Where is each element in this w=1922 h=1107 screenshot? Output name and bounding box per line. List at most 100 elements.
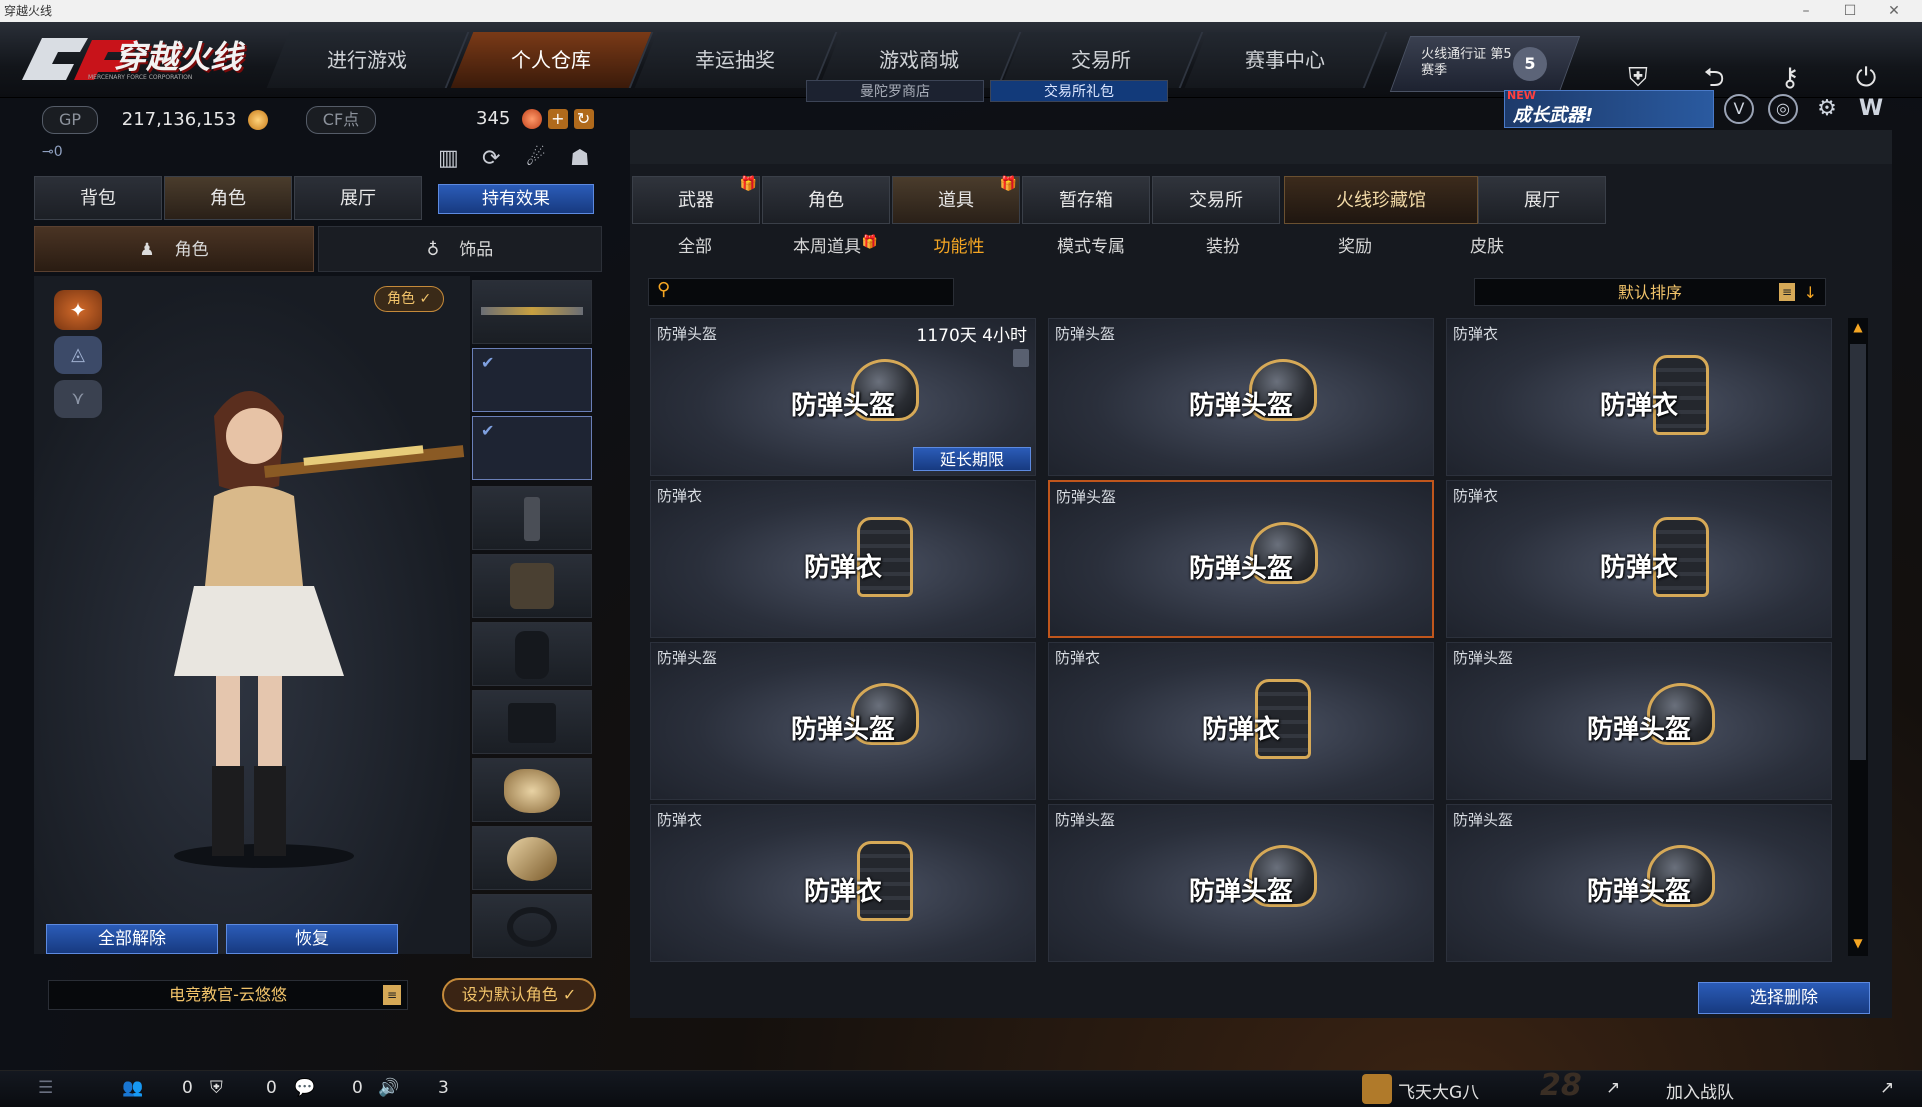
faction-mask-icon[interactable]: ◬ — [54, 336, 102, 374]
badge-v-icon[interactable]: V — [1724, 94, 1754, 124]
rotate-icon[interactable]: ⟳ — [482, 146, 500, 171]
item-name: 防弹头盔 — [657, 325, 718, 343]
tab-roles[interactable]: 角色 — [762, 176, 890, 224]
recharge-button[interactable]: + — [547, 109, 568, 129]
faction-bird-icon[interactable]: ⋎ — [54, 380, 102, 418]
character-preview[interactable]: ✦ ◬ ⋎ 角色 ✓ — [34, 276, 470, 954]
slot-secondary-weapon[interactable]: ✔ — [472, 348, 592, 412]
subnav-exchange-gift[interactable]: 交易所礼包 — [990, 80, 1168, 102]
sort-select[interactable]: 默认排序 ≡ ↓ — [1474, 278, 1826, 306]
category-mode[interactable]: 模式专属 — [1036, 230, 1146, 264]
expand-icon[interactable]: ↗ — [1880, 1078, 1894, 1098]
item-name: 防弹头盔 — [1453, 649, 1514, 667]
item-card[interactable]: 防弹头盔 防弹头盔 — [1048, 480, 1434, 638]
release-all-button[interactable]: 全部解除 — [46, 924, 218, 954]
expand-icon[interactable]: ↗ — [1606, 1078, 1620, 1098]
slot-melee-weapon[interactable]: ✔ — [472, 416, 592, 480]
slot-pants[interactable] — [472, 690, 592, 754]
item-card[interactable]: 防弹头盔 防弹头盔 — [1048, 804, 1434, 962]
volume-icon[interactable]: 🔊 — [378, 1078, 399, 1098]
tab-items[interactable]: 道具 🎁 — [892, 176, 1020, 224]
tab-backpack[interactable]: 背包 — [34, 176, 162, 220]
slot-ring[interactable] — [472, 894, 592, 958]
scrollbar-thumb[interactable] — [1850, 344, 1866, 760]
category-functional[interactable]: 功能性 — [904, 230, 1014, 264]
select-delete-button[interactable]: 选择删除 — [1698, 982, 1870, 1014]
subnav-mandala-shop[interactable]: 曼陀罗商店 — [806, 80, 984, 102]
item-card[interactable]: 防弹头盔 1170天 4小时 防弹头盔 延长期限 — [650, 318, 1036, 476]
item-card[interactable]: 防弹头盔 防弹头盔 — [1446, 804, 1832, 962]
menu-icon[interactable]: ☰ — [38, 1078, 53, 1098]
maximize-icon[interactable]: ☐ — [1830, 0, 1870, 22]
item-label: 防弹衣 — [803, 877, 882, 907]
restore-button[interactable]: 恢复 — [226, 924, 398, 954]
category-outfit[interactable]: 装扮 — [1168, 230, 1278, 264]
slot-primary-weapon[interactable] — [472, 280, 592, 344]
tools-icon[interactable]: ⚷ — [1770, 58, 1810, 98]
slot-vest[interactable] — [472, 622, 592, 686]
slot-pet[interactable] — [472, 758, 592, 822]
item-label: 防弹衣 — [1599, 391, 1678, 421]
nav-play[interactable]: 进行游戏 — [266, 32, 470, 88]
nav-warehouse[interactable]: 个人仓库 — [450, 32, 654, 88]
tab-storage-box[interactable]: 暂存箱 — [1022, 176, 1150, 224]
category-skin[interactable]: 皮肤 — [1432, 230, 1542, 264]
category-weekly[interactable]: 本周道具 🎁 — [772, 230, 882, 264]
item-label: 防弹头盔 — [1188, 877, 1293, 907]
friends-icon[interactable]: 👥 — [122, 1078, 143, 1098]
battle-pass[interactable]: 火线通行证 第5赛季 5 — [1389, 36, 1581, 92]
refresh-icon[interactable]: ↻ — [573, 109, 594, 129]
wings-icon[interactable]: W — [1856, 94, 1886, 124]
scroll-up-icon[interactable]: ▲ — [1850, 320, 1866, 336]
sort-direction-icon[interactable]: ↓ — [1804, 279, 1817, 307]
clan-shield-icon[interactable]: ⛨ — [210, 1078, 223, 1098]
gp-label: GP — [42, 106, 99, 134]
trash-icon[interactable] — [1013, 349, 1029, 367]
tab-showroom[interactable]: 展厅 — [294, 176, 422, 220]
item-card[interactable]: 防弹衣 防弹衣 — [650, 480, 1036, 638]
item-card[interactable]: 防弹衣 防弹衣 — [1446, 318, 1832, 476]
tab-exchange[interactable]: 交易所 — [1152, 176, 1280, 224]
character-name-select[interactable]: 电竞教官-云悠悠 ≡ — [48, 980, 408, 1010]
category-all[interactable]: 全部 — [640, 230, 750, 264]
slot-backpack[interactable] — [472, 554, 592, 618]
power-icon[interactable]: ⏻ — [1846, 58, 1886, 98]
tab-weapons[interactable]: 武器 🎁 — [632, 176, 760, 224]
chat-icon[interactable]: 💬 — [294, 1078, 315, 1098]
pose-icon[interactable]: ☄ — [526, 146, 546, 171]
nav-events[interactable]: 赛事中心 — [1184, 32, 1388, 88]
close-icon[interactable]: ✕ — [1874, 0, 1914, 22]
subtab-character[interactable]: ♟ 角色 — [34, 226, 314, 272]
tab-collection-hall[interactable]: 火线珍藏馆 — [1284, 176, 1478, 224]
scroll-down-icon[interactable]: ▼ — [1850, 936, 1866, 952]
promo-banner[interactable]: NEW 成长武器! — [1504, 89, 1714, 128]
gear-icon[interactable]: ⚙ — [1812, 94, 1842, 124]
sort-list-icon[interactable]: ≡ — [1779, 283, 1795, 301]
join-clan-link[interactable]: 加入战队 — [1666, 1078, 1734, 1103]
item-card[interactable]: 防弹衣 防弹衣 — [1446, 480, 1832, 638]
gp-coin-icon — [248, 110, 269, 130]
item-card[interactable]: 防弹头盔 防弹头盔 — [650, 642, 1036, 800]
effects-button[interactable]: 持有效果 — [438, 184, 594, 214]
faction-eagle-icon[interactable]: ✦ — [54, 290, 102, 330]
search-input[interactable]: ⚲ — [648, 278, 954, 306]
item-card[interactable]: 防弹头盔 防弹头盔 — [1048, 318, 1434, 476]
minimize-icon[interactable]: – — [1786, 0, 1826, 22]
item-card[interactable]: 防弹头盔 防弹头盔 — [1446, 642, 1832, 800]
friends-count: 0 — [182, 1078, 193, 1098]
item-label: 防弹头盔 — [1188, 554, 1293, 584]
item-card[interactable]: 防弹衣 防弹衣 — [1048, 642, 1434, 800]
globe-icon[interactable]: ◎ — [1768, 94, 1798, 124]
slot-grenade[interactable] — [472, 486, 592, 550]
set-default-character-button[interactable]: 设为默认角色 ✓ — [442, 978, 596, 1012]
tab-gallery[interactable]: 展厅 — [1478, 176, 1606, 224]
extend-button[interactable]: 延长期限 — [913, 447, 1031, 471]
subtab-accessories[interactable]: ♁ 饰品 — [318, 226, 602, 272]
slot-spray[interactable] — [472, 826, 592, 890]
ranking-icon[interactable]: ▥ — [438, 146, 459, 171]
bag-icon[interactable]: ☗ — [570, 146, 590, 171]
username: 飞天大G八 — [1398, 1083, 1480, 1103]
item-card[interactable]: 防弹衣 防弹衣 — [650, 804, 1036, 962]
tab-character[interactable]: 角色 — [164, 176, 292, 220]
category-reward[interactable]: 奖励 — [1300, 230, 1410, 264]
